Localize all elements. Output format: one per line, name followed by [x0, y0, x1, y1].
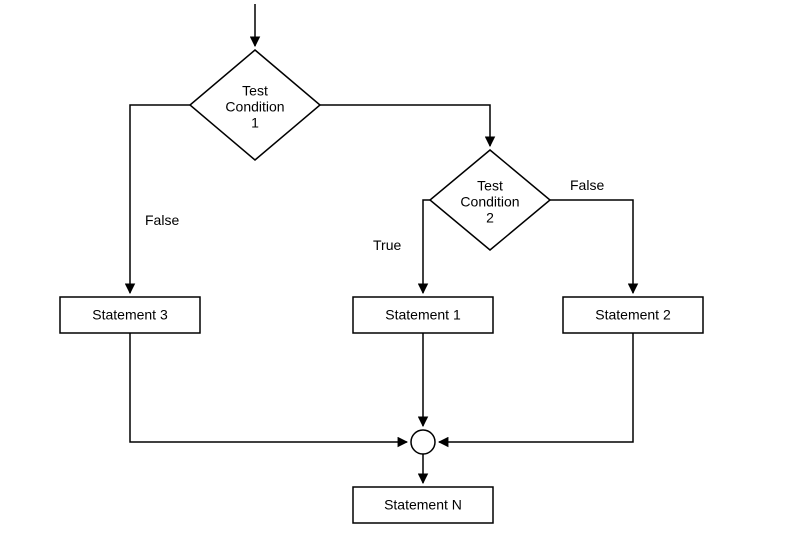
statement-n-node: Statement N — [353, 487, 493, 523]
condition-1-line3: 1 — [251, 115, 259, 131]
junction-node — [411, 430, 435, 454]
statement-3-label: Statement 3 — [92, 307, 168, 323]
condition-2-line1: Test — [477, 178, 503, 194]
edge-cond1-true — [320, 105, 490, 146]
statement-1-label: Statement 1 — [385, 307, 461, 323]
condition-2-line2: Condition — [460, 194, 519, 210]
edge-stmt3-junction — [130, 333, 407, 442]
statement-2-node: Statement 2 — [563, 297, 703, 333]
edge-stmt2-junction — [439, 333, 633, 442]
condition-2-node: Test Condition 2 — [430, 150, 550, 250]
edge-cond2-false-label: False — [570, 177, 604, 193]
edge-cond2-true — [423, 200, 430, 293]
statement-2-label: Statement 2 — [595, 307, 671, 323]
condition-2-line3: 2 — [486, 210, 494, 226]
edge-cond2-false — [550, 200, 633, 293]
edge-cond2-true-label: True — [373, 237, 401, 253]
condition-1-line1: Test — [242, 83, 268, 99]
edge-cond1-false-label: False — [145, 212, 179, 228]
condition-1-line2: Condition — [225, 99, 284, 115]
statement-3-node: Statement 3 — [60, 297, 200, 333]
statement-n-label: Statement N — [384, 497, 462, 513]
edge-cond1-false — [130, 105, 190, 293]
statement-1-node: Statement 1 — [353, 297, 493, 333]
condition-1-node: Test Condition 1 — [190, 50, 320, 160]
